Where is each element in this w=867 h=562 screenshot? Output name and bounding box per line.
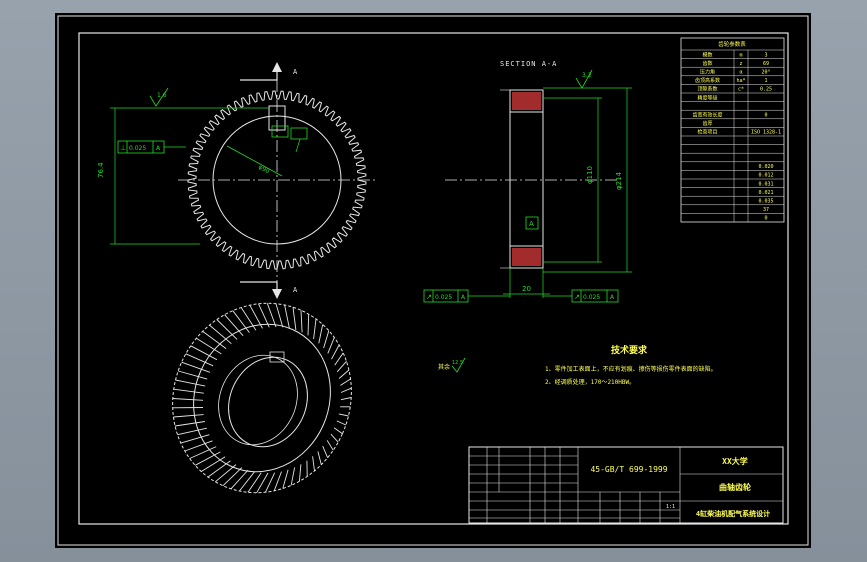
param-cell: 20°: [761, 70, 770, 76]
param-cell: 精度等级: [697, 94, 717, 101]
section-hatch-bottom: [512, 248, 541, 266]
scale-value: 1:1: [666, 504, 675, 510]
param-cell: 齿宽有效长度: [692, 112, 722, 119]
roughness-value-3: 12.5: [452, 360, 463, 366]
param-cell: 69: [763, 61, 769, 67]
param-cell: 0.012: [758, 173, 773, 179]
diameter-dim-1: φ110: [586, 166, 594, 184]
diameter-dim-2: φ214: [615, 171, 623, 190]
section-hatch-top: [512, 92, 541, 110]
param-cell: 3: [764, 52, 767, 58]
param-cell: 37: [763, 207, 769, 213]
runout-icon: ↗: [426, 293, 432, 301]
perpendicularity-icon: ⊥: [120, 144, 126, 152]
material-spec: 45-GB/T 699-1999: [590, 465, 667, 474]
param-cell: 齿数: [702, 60, 712, 67]
tolerance-value-3: 0.025: [583, 294, 600, 301]
part-name: 曲轴齿轮: [719, 482, 751, 492]
keyway-dimension: 76.4: [97, 162, 105, 178]
tolerance-value-2: 0.025: [435, 294, 452, 301]
project-name: 4缸柴油机配气系统设计: [696, 509, 770, 518]
param-cell: 0.021: [758, 190, 773, 196]
param-cell: z: [739, 61, 742, 67]
tech-req-title: 技术要求: [611, 344, 648, 356]
param-cell: 顶隙系数: [697, 86, 717, 93]
datum-label: A: [529, 220, 534, 228]
school-name: XX大学: [722, 456, 748, 466]
param-cell: 检查项目: [697, 129, 717, 136]
width-dimension: 20: [522, 285, 531, 293]
roughness-value-2: 3.2: [582, 72, 592, 79]
cad-drawing-viewport: A A φ90 76.4 1.6 ⊥ 0.025 A SECTION A-A φ…: [0, 0, 867, 562]
param-cell: 0.035: [758, 199, 773, 205]
tech-req-item-2: 2、经调质处理，170～210HBW。: [545, 378, 635, 386]
param-cell: 0.25: [760, 87, 772, 93]
param-cell: ha*: [736, 78, 745, 84]
drawing-sheet: A A φ90 76.4 1.6 ⊥ 0.025 A SECTION A-A φ…: [55, 13, 811, 548]
param-cell: 压力角: [700, 69, 715, 76]
roughness-value-1: 1.6: [157, 92, 167, 99]
tolerance-value-1: 0.025: [129, 145, 146, 152]
param-cell: 0: [764, 113, 767, 119]
roughness-other-label: 其余: [438, 363, 450, 371]
param-cell: 齿顶高系数: [695, 77, 720, 84]
param-cell: α: [739, 70, 742, 76]
param-cell: 0.020: [758, 164, 773, 170]
param-cell: m: [739, 52, 742, 58]
tech-req-item-1: 1、零件加工表面上，不应有划痕、擦伤等损伤零件表面的缺陷。: [545, 365, 717, 373]
param-cell: 齿厚: [702, 121, 712, 127]
param-cell: 0: [764, 216, 767, 222]
param-cell: c*: [738, 87, 744, 93]
section-label: SECTION A-A: [500, 60, 557, 68]
param-table-title: 齿轮参数表: [718, 40, 746, 48]
param-cell: 1: [764, 78, 767, 84]
param-cell: ISO 1328-1: [751, 130, 781, 136]
param-cell: 模数: [702, 51, 712, 58]
param-cell: 0.031: [758, 181, 773, 187]
runout-icon-2: ↗: [574, 293, 580, 301]
